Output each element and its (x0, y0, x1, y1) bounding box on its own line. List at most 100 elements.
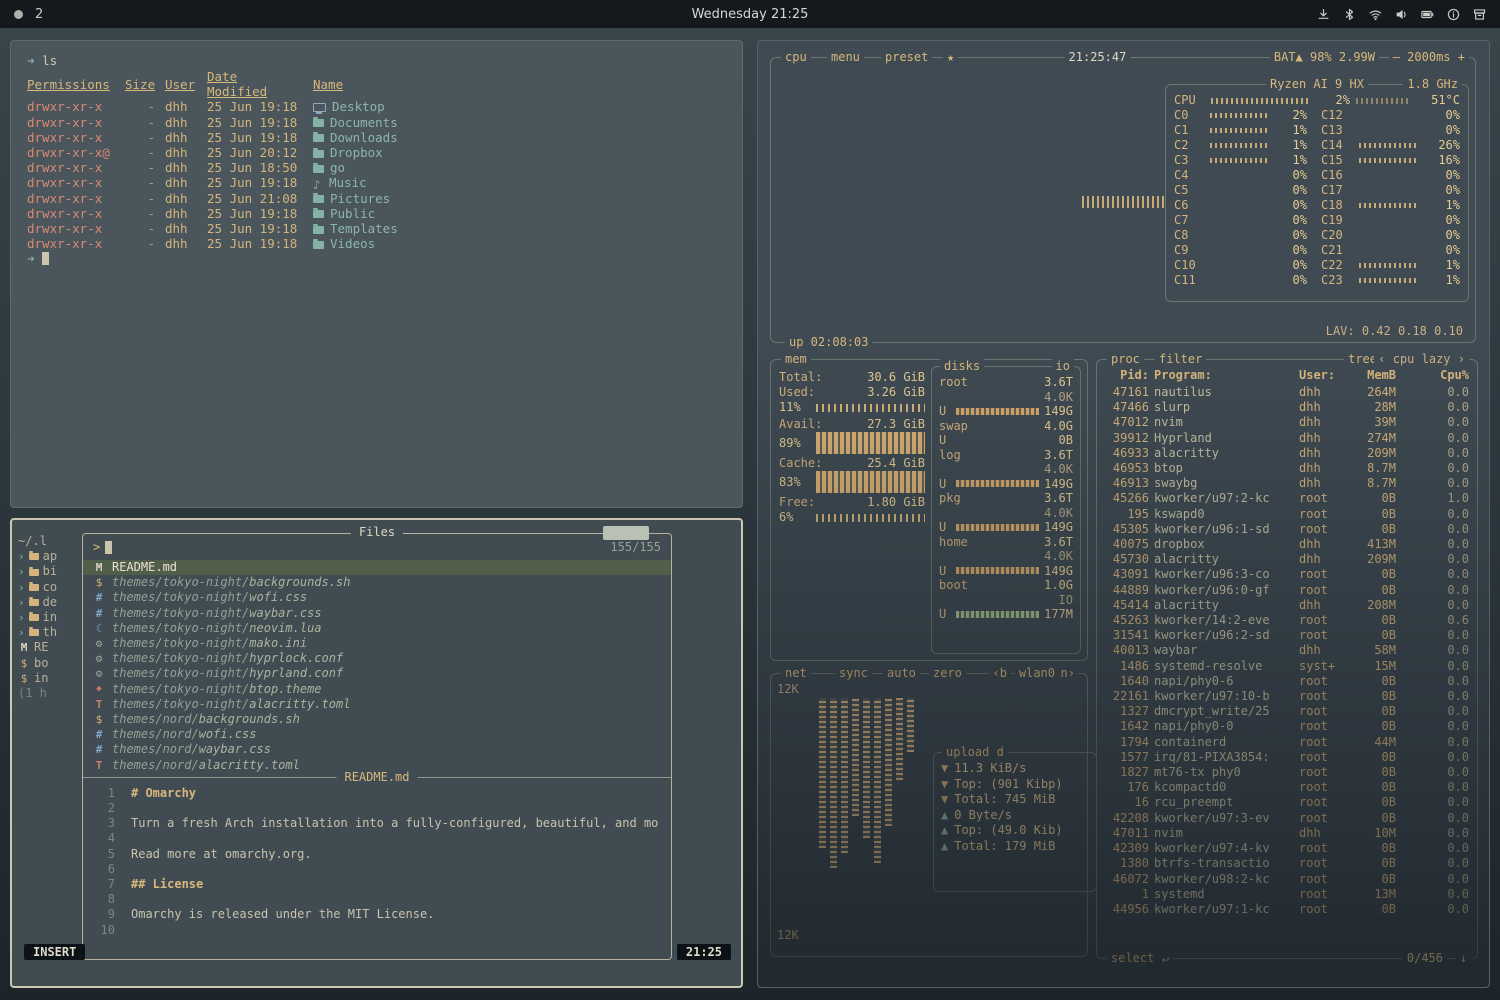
process-row[interactable]: 46933alacrittydhh209M0.0 (1105, 446, 1469, 461)
process-row[interactable]: 40075dropboxdhh413M0.0 (1105, 537, 1469, 552)
net-sync-toggle[interactable]: sync (835, 666, 872, 681)
process-row[interactable]: 45263kworker/14:2-everoot0B0.6 (1105, 613, 1469, 628)
iface-next-button[interactable]: n› (1057, 666, 1079, 681)
process-row[interactable]: 1380btrfs-transactioroot0B0.0 (1105, 856, 1469, 871)
bluetooth-icon[interactable] (1343, 8, 1356, 21)
process-row[interactable]: 195kswapd0root0B0.0 (1105, 507, 1469, 522)
proc-column-header[interactable]: MemB (1350, 368, 1396, 383)
volume-icon[interactable] (1395, 8, 1408, 21)
process-row[interactable]: 44889kworker/u96:0-gfroot0B0.0 (1105, 583, 1469, 598)
picker-scrollbar-thumb[interactable] (603, 526, 649, 540)
proc-column-header[interactable]: Program: (1154, 368, 1294, 383)
process-row[interactable]: 176kcompactd0root0B0.0 (1105, 780, 1469, 795)
process-row[interactable]: 1327dmcrypt_write/25root0B0.0 (1105, 704, 1469, 719)
process-row[interactable]: 47466slurpdhh28M0.0 (1105, 400, 1469, 415)
proc-column-header[interactable]: Pid: (1105, 368, 1149, 383)
cpu-box-title[interactable]: cpu (781, 50, 811, 65)
file-list-item[interactable]: #themes/tokyo-night/wofi.css (83, 590, 671, 605)
sort-selector[interactable]: ‹ cpu lazy › (1374, 352, 1469, 367)
tree-item[interactable]: (1 h (18, 686, 76, 701)
process-row[interactable]: 45266kworker/u97:2-kcroot0B1.0 (1105, 491, 1469, 506)
workspace-indicator[interactable]: 2 (35, 7, 43, 22)
file-list-item[interactable]: ⚙themes/tokyo-night/mako.ini (83, 636, 671, 651)
cpu-core-row: C90%C210% (1166, 243, 1468, 258)
proc-column-header[interactable]: Cpu% (1435, 368, 1469, 383)
process-row[interactable]: 31541kworker/u96:2-sdroot0B0.0 (1105, 628, 1469, 643)
proc-box-title[interactable]: proc (1107, 352, 1144, 367)
wifi-icon[interactable] (1369, 8, 1382, 21)
process-row[interactable]: 47161nautilusdhh264M0.0 (1105, 385, 1469, 400)
process-row[interactable]: 22161kworker/u97:10-broot0B0.0 (1105, 689, 1469, 704)
battery-icon[interactable] (1421, 8, 1434, 21)
process-row[interactable]: 45730alacrittydhh209M0.0 (1105, 552, 1469, 567)
tree-item[interactable]: $in (18, 671, 76, 686)
menu-button[interactable]: menu (827, 50, 864, 65)
file-list-item[interactable]: MREADME.md (83, 560, 671, 575)
process-row[interactable]: 42309kworker/u97:4-kvroot0B0.0 (1105, 841, 1469, 856)
file-list-item[interactable]: ☾themes/tokyo-night/neovim.lua (83, 621, 671, 636)
proc-column-header[interactable]: User: (1299, 368, 1345, 383)
tree-item[interactable]: ›in (18, 610, 76, 625)
process-row[interactable]: 46913swaybgdhh8.7M0.0 (1105, 476, 1469, 491)
file-list-item[interactable]: ⚙themes/tokyo-night/hyprland.conf (83, 666, 671, 681)
process-row[interactable]: 39912Hyprlanddhh274M0.0 (1105, 431, 1469, 446)
select-hint[interactable]: select ↵ (1107, 951, 1173, 966)
scroll-down-icon[interactable]: ↓ (1456, 951, 1471, 966)
process-row[interactable]: 45305kworker/u96:1-sdroot0B0.0 (1105, 522, 1469, 537)
file-list-item[interactable]: ◆themes/tokyo-night/btop.theme (83, 682, 671, 697)
menu-dot-icon[interactable] (14, 10, 23, 19)
io-toggle[interactable]: io (1052, 359, 1074, 374)
process-row[interactable]: 1794containerdroot44M0.0 (1105, 735, 1469, 750)
tray-icon[interactable] (1317, 8, 1330, 21)
process-row[interactable]: 1827mt76-tx phy0root0B0.0 (1105, 765, 1469, 780)
tree-item[interactable]: ›de (18, 595, 76, 610)
process-row[interactable]: 46953btopdhh8.7M0.0 (1105, 461, 1469, 476)
process-row[interactable]: 1577irq/81-PIXA3854:root0B0.0 (1105, 750, 1469, 765)
process-row[interactable]: 40013waybardhh58M0.0 (1105, 643, 1469, 658)
file-list-item[interactable]: #themes/nord/wofi.css (83, 727, 671, 742)
iface-prev-button[interactable]: ‹b (989, 666, 1011, 681)
file-list-item[interactable]: ⚙themes/tokyo-night/hyprlock.conf (83, 651, 671, 666)
process-row[interactable]: 1486systemd-resolvesyst+15M0.0 (1105, 659, 1469, 674)
tree-item[interactable]: ›th (18, 625, 76, 640)
tree-item[interactable]: $bo (18, 656, 76, 671)
net-box-title[interactable]: net (781, 666, 811, 681)
preset-button[interactable]: preset (881, 50, 932, 65)
filter-button[interactable]: filter (1155, 352, 1206, 367)
proc-column-header[interactable] (1401, 368, 1430, 383)
interval-decrease-button[interactable]: — (1393, 50, 1400, 64)
file-list-item[interactable]: Tthemes/tokyo-night/alacritty.toml (83, 697, 671, 712)
mem-box-title[interactable]: mem (781, 352, 811, 367)
file-list-item[interactable]: #themes/tokyo-night/waybar.css (83, 606, 671, 621)
process-row[interactable]: 16rcu_preemptroot0B0.0 (1105, 795, 1469, 810)
net-auto-toggle[interactable]: auto (883, 666, 920, 681)
process-row[interactable]: 46072kworker/u98:2-kcroot0B0.0 (1105, 872, 1469, 887)
process-row[interactable]: 44956kworker/u97:1-kcroot0B0.0 (1105, 902, 1469, 917)
process-row[interactable]: 1640napi/phy0-6root0B0.0 (1105, 674, 1469, 689)
tree-item[interactable]: MRE (18, 640, 76, 655)
process-row[interactable]: 43091kworker/u96:3-coroot0B0.0 (1105, 567, 1469, 582)
interval-increase-button[interactable]: + (1458, 50, 1465, 64)
tree-item[interactable]: ~/.l (18, 534, 76, 549)
cpu-box: cpu menu preset ★ 21:25:47 BAT▲ 98% 2.99… (770, 57, 1476, 343)
tree-item[interactable]: ›bi (18, 564, 76, 579)
process-row[interactable]: 1642napi/phy0-0root0B0.0 (1105, 719, 1469, 734)
process-row[interactable]: 45414alacrittydhh208M0.0 (1105, 598, 1469, 613)
file-list-item[interactable]: $themes/tokyo-night/backgrounds.sh (83, 575, 671, 590)
process-row[interactable]: 1systemdroot13M0.0 (1105, 887, 1469, 902)
tree-item[interactable]: ›co (18, 580, 76, 595)
sort-prev-icon[interactable]: ‹ (1378, 352, 1385, 366)
net-zero-toggle[interactable]: zero (929, 666, 966, 681)
process-row[interactable]: 47011nvimdhh10M0.0 (1105, 826, 1469, 841)
archive-icon[interactable] (1473, 8, 1486, 21)
sort-next-icon[interactable]: › (1458, 352, 1465, 366)
process-row[interactable]: 47012nvimdhh39M0.0 (1105, 415, 1469, 430)
disks-title[interactable]: disks (940, 359, 984, 374)
prompt-line-2[interactable]: ➜ (27, 251, 726, 267)
tree-item[interactable]: ›ap (18, 549, 76, 564)
process-row[interactable]: 42208kworker/u97:3-evroot0B0.0 (1105, 811, 1469, 826)
file-list-item[interactable]: #themes/nord/waybar.css (83, 742, 671, 757)
preset-star-icon[interactable]: ★ (943, 50, 958, 65)
file-list-item[interactable]: $themes/nord/backgrounds.sh (83, 712, 671, 727)
info-icon[interactable] (1447, 8, 1460, 21)
